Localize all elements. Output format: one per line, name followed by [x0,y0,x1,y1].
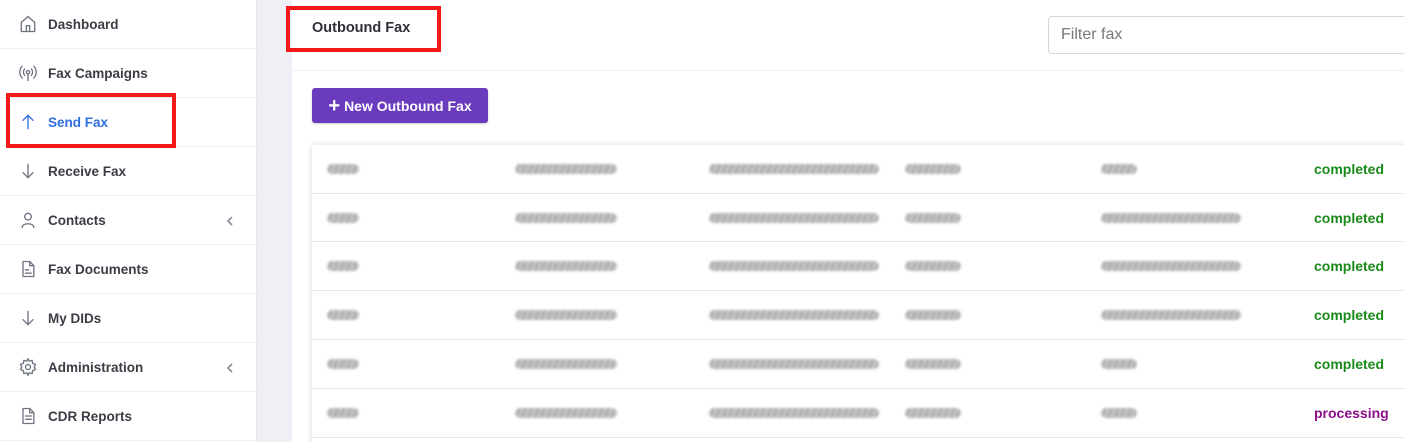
sidebar-item-cdr-reports[interactable]: CDR Reports [0,392,257,441]
report-icon [17,405,39,427]
broadcast-icon [17,62,39,84]
arrow-down-icon [17,160,39,182]
redacted-cell [905,310,961,320]
redacted-cell [515,164,617,174]
arrow-down-icon [17,307,39,329]
new-outbound-fax-label: New Outbound Fax [344,97,472,114]
redacted-cell [515,408,617,418]
redacted-cell [709,261,879,271]
plus-icon: + [328,94,341,117]
redacted-cell [515,310,617,320]
fax-table: completed completed completed completed [312,145,1404,442]
new-outbound-fax-button[interactable]: + New Outbound Fax [312,88,488,123]
filter-input[interactable] [1048,16,1404,54]
redacted-cell [327,359,359,369]
status-badge: completed [1314,209,1385,226]
table-row[interactable]: processing [312,389,1404,438]
redacted-cell [905,212,961,223]
redacted-cell [709,164,879,174]
table-row[interactable]: completed [312,194,1404,242]
sidebar-item-my-dids[interactable]: My DIDs [0,294,257,343]
sidebar-item-label: Dashboard [48,16,119,32]
table-row[interactable]: completed [312,145,1404,194]
document-icon [17,258,39,280]
redacted-cell [327,212,359,223]
redacted-cell [709,212,879,223]
sidebar-item-contacts[interactable]: Contacts [0,196,257,245]
sidebar-item-label: My DIDs [48,310,102,326]
redacted-cell [515,359,617,369]
redacted-cell [905,164,961,174]
redacted-cell [515,261,617,271]
redacted-cell [709,359,879,369]
status-badge: completed [1314,161,1385,177]
user-icon [17,209,39,231]
sidebar-item-administration[interactable]: Administration [0,343,257,392]
sidebar-item-send-fax[interactable]: Send Fax [0,98,257,147]
page-header: Outbound Fax [292,0,1404,71]
redacted-cell [515,212,617,223]
status-badge: completed [1314,356,1385,372]
sidebar-item-label: Fax Campaigns [48,65,148,81]
redacted-cell [1101,212,1241,223]
sidebar-item-label: CDR Reports [48,408,133,424]
redacted-cell [1101,359,1137,369]
home-icon [17,13,39,35]
redacted-cell [327,408,359,418]
arrow-up-icon [17,111,39,133]
sidebar-item-label: Receive Fax [48,163,127,179]
status-badge: completed [1314,307,1385,323]
redacted-cell [327,164,359,174]
redacted-cell [709,408,879,418]
sidebar-item-fax-campaigns[interactable]: Fax Campaigns [0,49,257,98]
sidebar-item-label: Contacts [48,212,106,228]
main-content: Outbound Fax + New Outbound Fax complete… [292,0,1404,442]
table-row[interactable]: completed [312,340,1404,389]
table-row[interactable]: completed [312,242,1404,291]
sidebar-item-receive-fax[interactable]: Receive Fax [0,147,257,196]
sidebar-item-label: Send Fax [48,114,109,130]
redacted-cell [327,261,359,271]
table-row[interactable]: completed [312,291,1404,340]
gear-icon [17,356,39,378]
chevron-left-icon[interactable] [224,361,236,373]
sidebar: Dashboard Fax Campaigns Send Fax Receive… [0,0,257,442]
redacted-cell [1101,408,1137,418]
sidebar-item-label: Administration [48,359,144,375]
status-badge: processing [1314,405,1389,421]
sidebar-item-dashboard[interactable]: Dashboard [0,0,257,49]
page-title: Outbound Fax [312,20,411,36]
redacted-cell [1101,261,1241,271]
redacted-cell [905,359,961,369]
redacted-cell [905,261,961,271]
chevron-left-icon[interactable] [224,214,236,226]
status-badge: completed [1314,258,1385,274]
redacted-cell [709,310,879,320]
sidebar-item-fax-documents[interactable]: Fax Documents [0,245,257,294]
redacted-cell [1101,310,1241,320]
sidebar-item-label: Fax Documents [48,261,149,277]
redacted-cell [1101,164,1137,174]
redacted-cell [327,310,359,320]
redacted-cell [905,408,961,418]
